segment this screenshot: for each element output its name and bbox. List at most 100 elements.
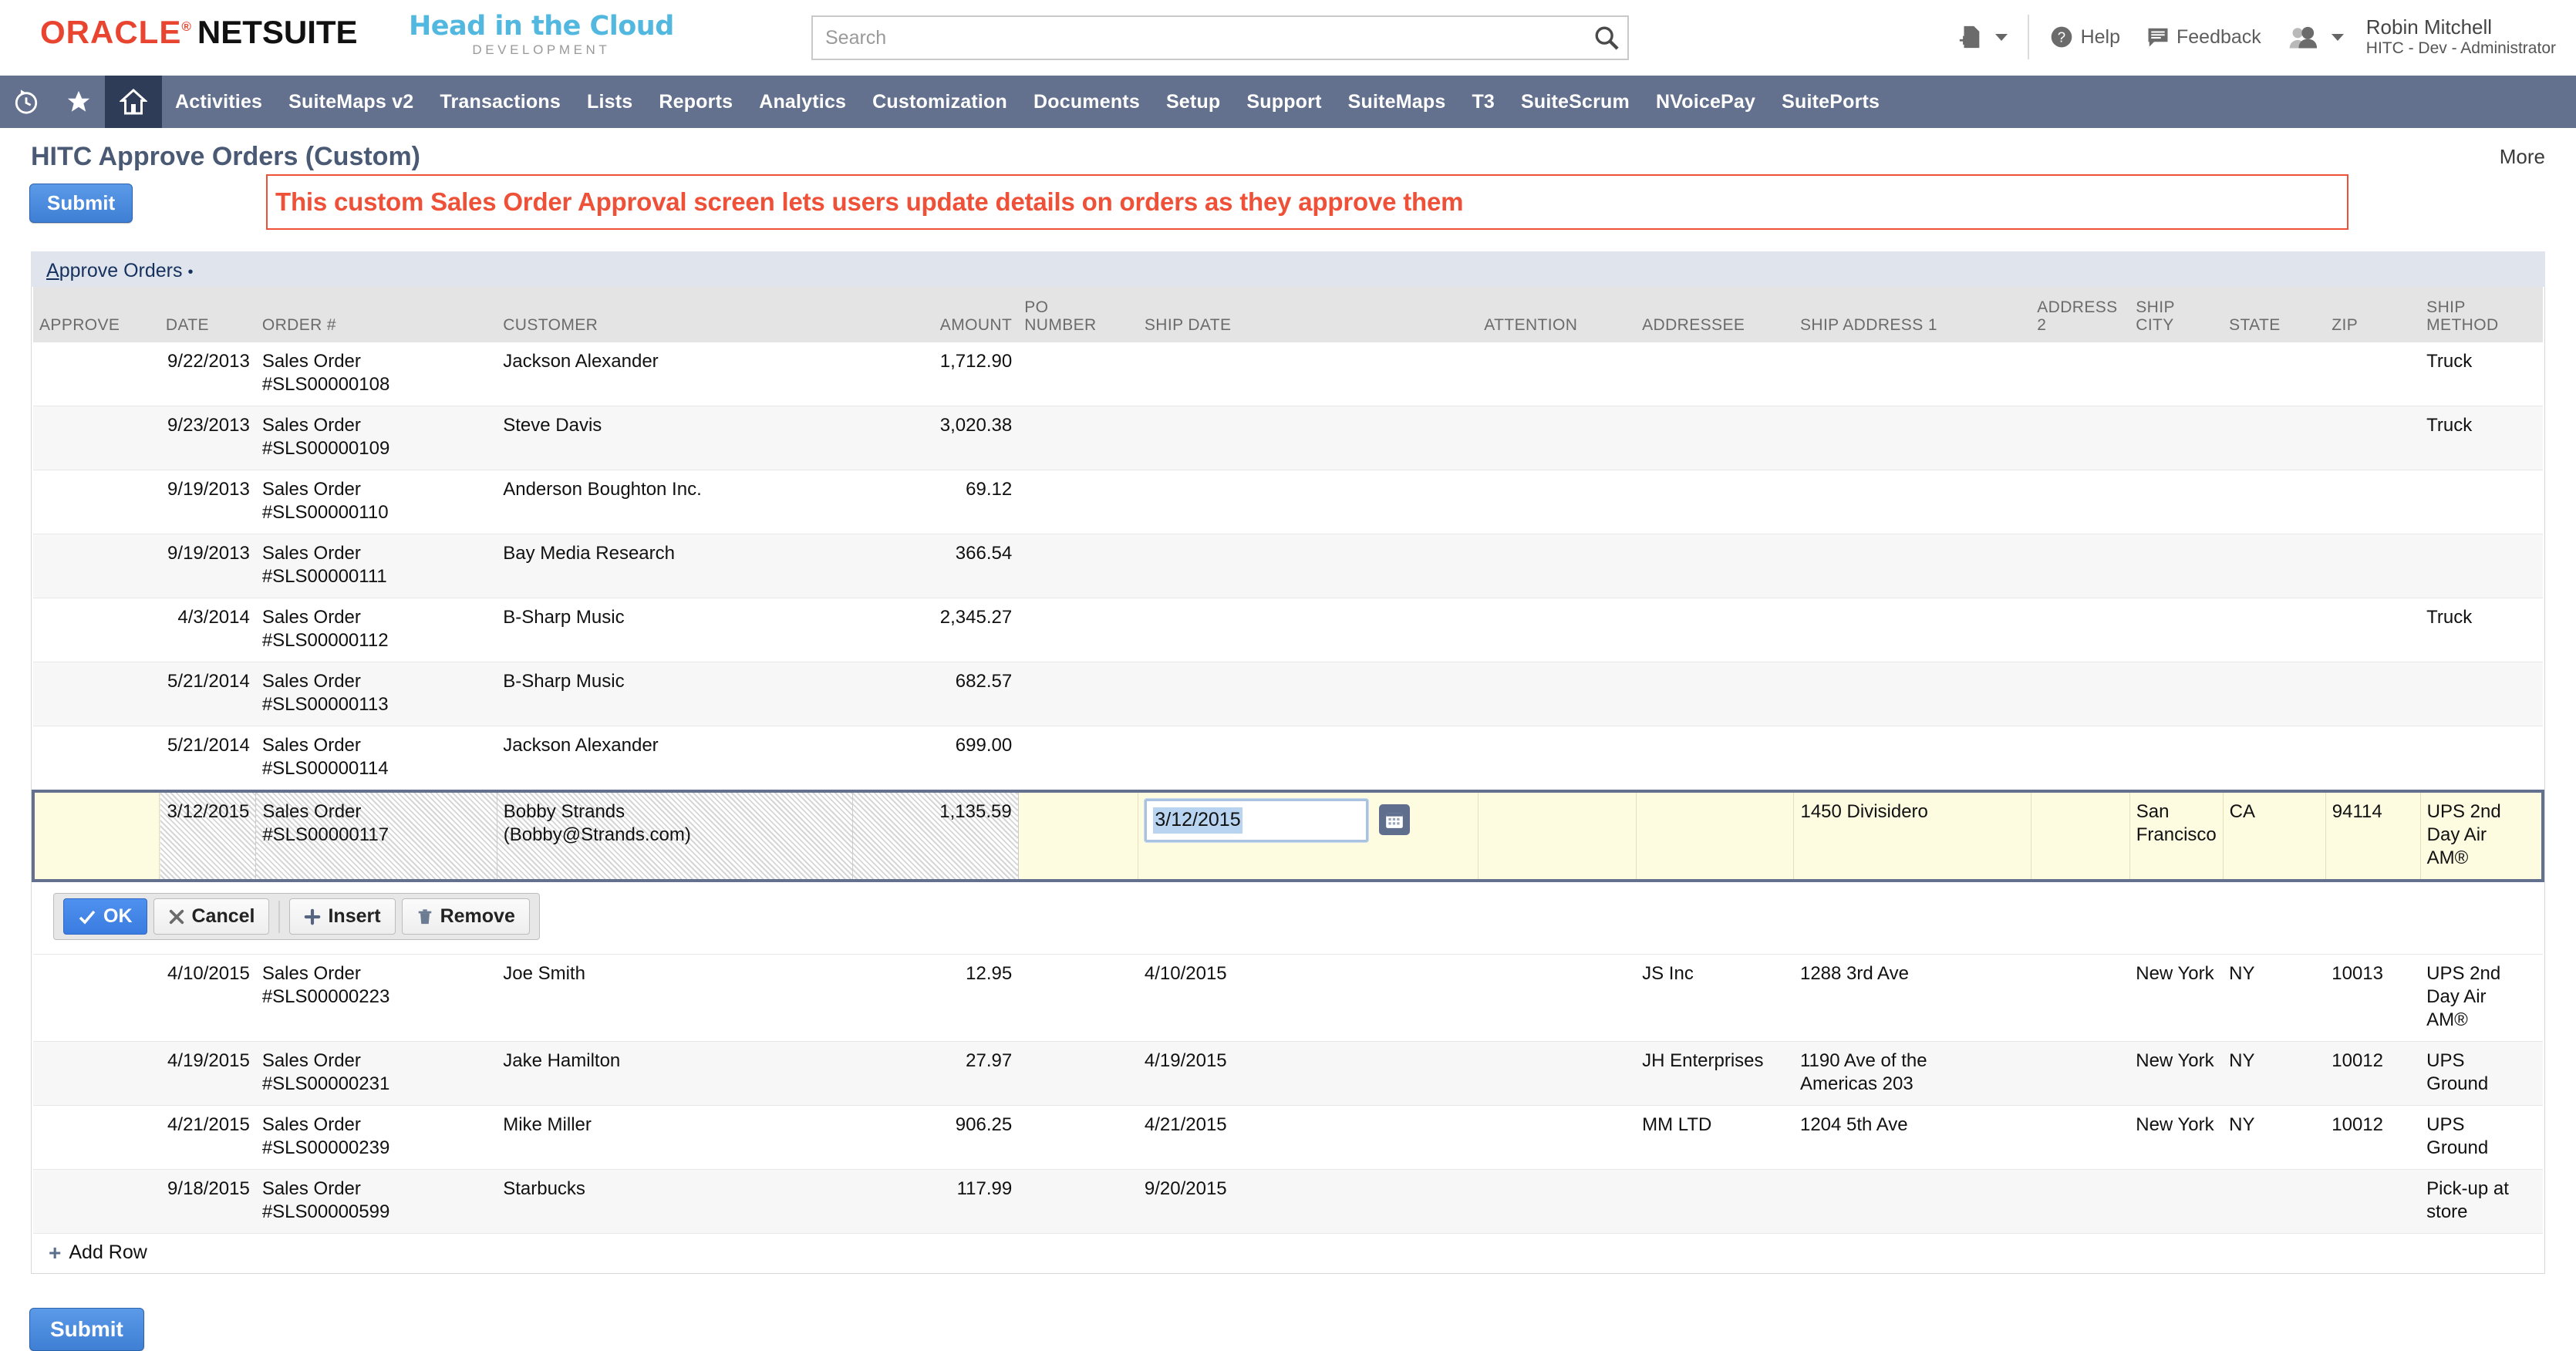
- nav-item-documents[interactable]: Documents: [1020, 76, 1153, 128]
- cell-attention[interactable]: [1478, 790, 1637, 882]
- cell-approve-checkbox[interactable]: [33, 1041, 160, 1107]
- cell-order-number[interactable]: Sales Order #SLS00000114: [255, 726, 497, 792]
- cell-order-number[interactable]: Sales Order #SLS00000110: [255, 470, 497, 534]
- col-header-ship-date[interactable]: SHIP DATE: [1138, 287, 1479, 342]
- editing-row[interactable]: 3/12/2015 Sales Order #SLS00000117 Bobby …: [32, 790, 2544, 882]
- cell-order-number[interactable]: Sales Order #SLS00000117: [255, 790, 497, 882]
- add-row-button[interactable]: + Add Row: [32, 1234, 2544, 1275]
- insert-button[interactable]: Insert: [289, 898, 396, 935]
- cell-approve-checkbox[interactable]: [33, 470, 160, 534]
- cell-order-number[interactable]: Sales Order #SLS00000111: [255, 534, 497, 598]
- help-button[interactable]: ? Help: [2049, 25, 2120, 49]
- cell-approve-checkbox[interactable]: [32, 790, 160, 882]
- cell-ship-method[interactable]: UPS 2nd Day Air AM®: [2420, 790, 2544, 882]
- nav-item-transactions[interactable]: Transactions: [427, 76, 574, 128]
- nav-item-nvoicepay[interactable]: NVoicePay: [1643, 76, 1768, 128]
- nav-item-customization[interactable]: Customization: [859, 76, 1020, 128]
- nav-item-reports[interactable]: Reports: [646, 76, 746, 128]
- col-header-address-2[interactable]: ADDRESS 2: [2031, 287, 2130, 342]
- cell-po-number[interactable]: [1018, 790, 1139, 882]
- table-row[interactable]: 4/10/2015 Sales Order #SLS00000223 Joe Sm…: [33, 954, 2543, 1043]
- table-row[interactable]: 9/19/2013 Sales Order #SLS00000111 Bay Me…: [33, 534, 2543, 598]
- cell-approve-checkbox[interactable]: [33, 342, 160, 406]
- global-search[interactable]: [811, 15, 1629, 60]
- col-header-ship-city[interactable]: SHIP CITY: [2129, 287, 2224, 342]
- submit-button-top[interactable]: Submit: [29, 184, 133, 223]
- nav-item-activities[interactable]: Activities: [162, 76, 275, 128]
- col-header-date[interactable]: DATE: [159, 287, 256, 342]
- cell-ship-date-editor[interactable]: 3/12/2015: [1138, 790, 1479, 882]
- col-header-state[interactable]: STATE: [2223, 287, 2326, 342]
- ship-date-input[interactable]: 3/12/2015: [1145, 799, 1369, 842]
- table-row[interactable]: 9/18/2015 Sales Order #SLS00000599 Starbu…: [33, 1169, 2543, 1235]
- search-input[interactable]: [813, 17, 1586, 59]
- cancel-button[interactable]: Cancel: [153, 898, 270, 935]
- cell-order-number[interactable]: Sales Order #SLS00000599: [255, 1169, 497, 1235]
- cell-order-number[interactable]: Sales Order #SLS00000108: [255, 342, 497, 406]
- cell-address2[interactable]: [2031, 790, 2130, 882]
- nav-item-t3[interactable]: T3: [1458, 76, 1508, 128]
- cell-addressee[interactable]: [1636, 790, 1795, 882]
- cell-zip[interactable]: 94114: [2325, 790, 2421, 882]
- nav-item-suitemaps[interactable]: SuiteMaps: [1335, 76, 1459, 128]
- col-header-attention[interactable]: ATTENTION: [1478, 287, 1637, 342]
- cell-order-number[interactable]: Sales Order #SLS00000109: [255, 406, 497, 470]
- table-row[interactable]: 5/21/2014 Sales Order #SLS00000114 Jackso…: [33, 726, 2543, 792]
- col-header-order-number[interactable]: ORDER #: [255, 287, 497, 342]
- cell-approve-checkbox[interactable]: [33, 662, 160, 726]
- table-row[interactable]: 4/21/2015 Sales Order #SLS00000239 Mike M…: [33, 1105, 2543, 1171]
- user-menu[interactable]: Robin Mitchell HITC - Dev - Administrato…: [2288, 15, 2556, 58]
- partner-logo[interactable]: Head in the Cloud DEVELOPMENT: [409, 11, 674, 58]
- nav-item-suiteports[interactable]: SuitePorts: [1768, 76, 1893, 128]
- col-header-amount[interactable]: AMOUNT: [852, 287, 1019, 342]
- table-row[interactable]: 5/21/2014 Sales Order #SLS00000113 B-Shar…: [33, 662, 2543, 726]
- cell-order-number[interactable]: Sales Order #SLS00000231: [255, 1041, 497, 1107]
- nav-item-support[interactable]: Support: [1233, 76, 1334, 128]
- more-button[interactable]: More: [2500, 145, 2545, 169]
- search-icon[interactable]: [1586, 17, 1627, 59]
- cell-city[interactable]: San Francisco: [2129, 790, 2224, 882]
- col-header-customer[interactable]: CUSTOMER: [497, 287, 853, 342]
- col-header-ship-method[interactable]: SHIP METHOD: [2420, 287, 2543, 342]
- col-header-ship-address-1[interactable]: SHIP ADDRESS 1: [1793, 287, 2031, 342]
- nav-item-suitemaps-v2[interactable]: SuiteMaps v2: [275, 76, 427, 128]
- cell-address1[interactable]: 1450 Divisidero: [1793, 790, 2031, 882]
- cell-order-number[interactable]: Sales Order #SLS00000239: [255, 1105, 497, 1171]
- ok-button[interactable]: OK: [63, 898, 147, 935]
- cell-order-number[interactable]: Sales Order #SLS00000112: [255, 598, 497, 662]
- cell-approve-checkbox[interactable]: [33, 1169, 160, 1235]
- table-row[interactable]: 9/19/2013 Sales Order #SLS00000110 Anders…: [33, 470, 2543, 534]
- calendar-icon[interactable]: [1379, 804, 1411, 835]
- oracle-netsuite-logo[interactable]: ORACLE ® NET SUITE: [40, 14, 358, 51]
- cell-ship-date: 4/19/2015: [1138, 1041, 1479, 1107]
- cell-approve-checkbox[interactable]: [33, 954, 160, 1043]
- nav-item-analytics[interactable]: Analytics: [746, 76, 859, 128]
- cell-order-number[interactable]: Sales Order #SLS00000223: [255, 954, 497, 1043]
- cell-approve-checkbox[interactable]: [33, 726, 160, 792]
- nav-item-lists[interactable]: Lists: [574, 76, 646, 128]
- table-row[interactable]: 9/23/2013 Sales Order #SLS00000109 Steve …: [33, 406, 2543, 470]
- submit-button-bottom[interactable]: Submit: [29, 1308, 144, 1351]
- create-new-menu[interactable]: [1957, 24, 2008, 50]
- feedback-button[interactable]: Feedback: [2146, 25, 2261, 49]
- recent-records-button[interactable]: [0, 76, 52, 128]
- nav-item-suitescrum[interactable]: SuiteScrum: [1508, 76, 1643, 128]
- cell-order-number[interactable]: Sales Order #SLS00000113: [255, 662, 497, 726]
- table-row[interactable]: 9/22/2013 Sales Order #SLS00000108 Jackso…: [33, 342, 2543, 406]
- col-header-zip[interactable]: ZIP: [2325, 287, 2421, 342]
- col-header-addressee[interactable]: ADDRESSEE: [1636, 287, 1794, 342]
- cell-approve-checkbox[interactable]: [33, 534, 160, 598]
- col-header-po-number[interactable]: PO NUMBER: [1018, 287, 1138, 342]
- cell-approve-checkbox[interactable]: [33, 598, 160, 662]
- subtab-approve-orders[interactable]: Approve Orders •: [31, 254, 211, 297]
- nav-item-setup[interactable]: Setup: [1153, 76, 1233, 128]
- cell-state[interactable]: CA: [2223, 790, 2326, 882]
- home-button[interactable]: [105, 76, 162, 128]
- cell-approve-checkbox[interactable]: [33, 406, 160, 470]
- remove-button[interactable]: Remove: [401, 898, 530, 935]
- table-row[interactable]: 4/19/2015 Sales Order #SLS00000231 Jake H…: [33, 1041, 2543, 1107]
- cell-approve-checkbox[interactable]: [33, 1105, 160, 1171]
- shortcuts-button[interactable]: [52, 76, 105, 128]
- table-row[interactable]: 4/3/2014 Sales Order #SLS00000112 B-Sharp…: [33, 598, 2543, 662]
- col-header-approve[interactable]: APPROVE: [33, 287, 160, 342]
